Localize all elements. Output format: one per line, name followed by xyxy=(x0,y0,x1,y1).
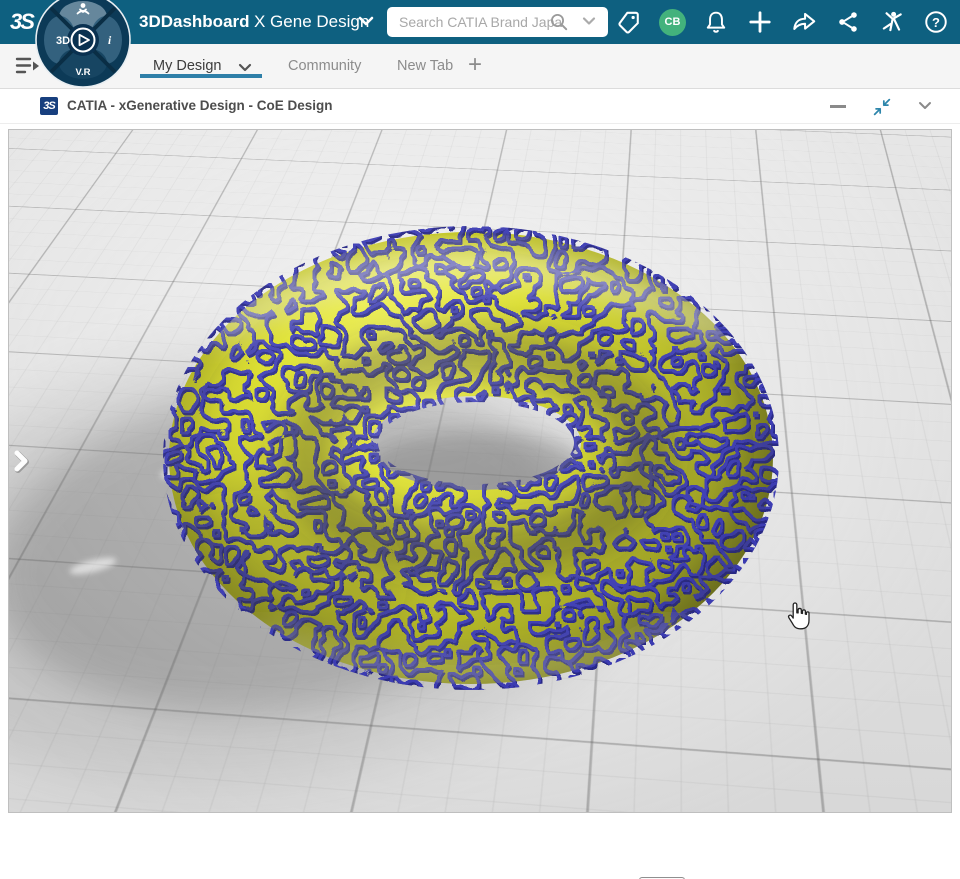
window-title-bar: 3S CATIA - xGenerative Design - CoE Desi… xyxy=(0,89,960,124)
search-input[interactable] xyxy=(387,14,562,30)
dashboard-tab-bar: My Design Community New Tab + xyxy=(0,44,960,88)
share-forward-button[interactable] xyxy=(790,8,818,36)
app-brand: 3DDashboard xyxy=(139,12,250,31)
search-icon xyxy=(551,14,568,31)
window-title: CATIA - xGenerative Design - CoE Design xyxy=(67,98,333,113)
svg-text:?: ? xyxy=(932,15,940,30)
collapse-window-icon[interactable] xyxy=(871,96,893,118)
share-network-icon xyxy=(839,12,857,32)
search-box[interactable] xyxy=(387,7,608,37)
hand-cursor xyxy=(787,602,810,630)
tab-community[interactable]: Community xyxy=(288,44,361,88)
chevron-down-icon[interactable] xyxy=(357,15,375,29)
add-tab-button[interactable]: + xyxy=(468,44,482,88)
search-scope-chevron-icon[interactable] xyxy=(576,15,602,29)
top-bar-actions: CB ? xyxy=(615,8,950,36)
tab-my-design-chevron-icon[interactable] xyxy=(237,62,253,74)
swym-person-icon xyxy=(80,3,86,8)
3ddashboard-app: 3S 3DDashboard X Gene Design CB xyxy=(0,0,960,879)
minimize-button[interactable] xyxy=(830,105,846,108)
communities-button[interactable] xyxy=(878,8,906,36)
active-tab-underline xyxy=(140,74,262,78)
share-network-button[interactable] xyxy=(834,8,862,36)
bell-icon xyxy=(706,11,726,33)
tag-icon xyxy=(618,11,639,34)
help-icon: ? xyxy=(925,11,947,33)
3d-viewport[interactable] xyxy=(8,129,952,813)
compass-3d-label: 3D xyxy=(56,35,70,47)
window-menu-chevron-icon[interactable] xyxy=(916,98,934,114)
tag-button[interactable] xyxy=(615,8,643,36)
top-bar: 3S 3DDashboard X Gene Design CB xyxy=(0,0,960,44)
add-content-button[interactable] xyxy=(746,8,774,36)
torus-model[interactable] xyxy=(9,130,951,812)
tab-new-tab[interactable]: New Tab xyxy=(397,44,453,88)
plus-icon xyxy=(749,11,771,33)
workspace-switcher[interactable]: X Gene Design xyxy=(254,0,369,44)
person-star-icon xyxy=(882,11,902,32)
help-button[interactable]: ? xyxy=(922,8,950,36)
catia-logo-icon: 3S xyxy=(40,97,58,115)
compass-vr-label: V.R xyxy=(76,67,91,78)
expand-panel-handle[interactable] xyxy=(11,448,37,476)
share-forward-icon xyxy=(793,12,816,31)
notifications-button[interactable] xyxy=(702,8,730,36)
3dexperience-compass[interactable]: 3D i V.R xyxy=(35,0,131,88)
avatar[interactable]: CB xyxy=(659,8,686,36)
tab-my-design[interactable]: My Design xyxy=(153,44,222,88)
catia-app-window: 3S CATIA - xGenerative Design - CoE Desi… xyxy=(0,88,960,879)
